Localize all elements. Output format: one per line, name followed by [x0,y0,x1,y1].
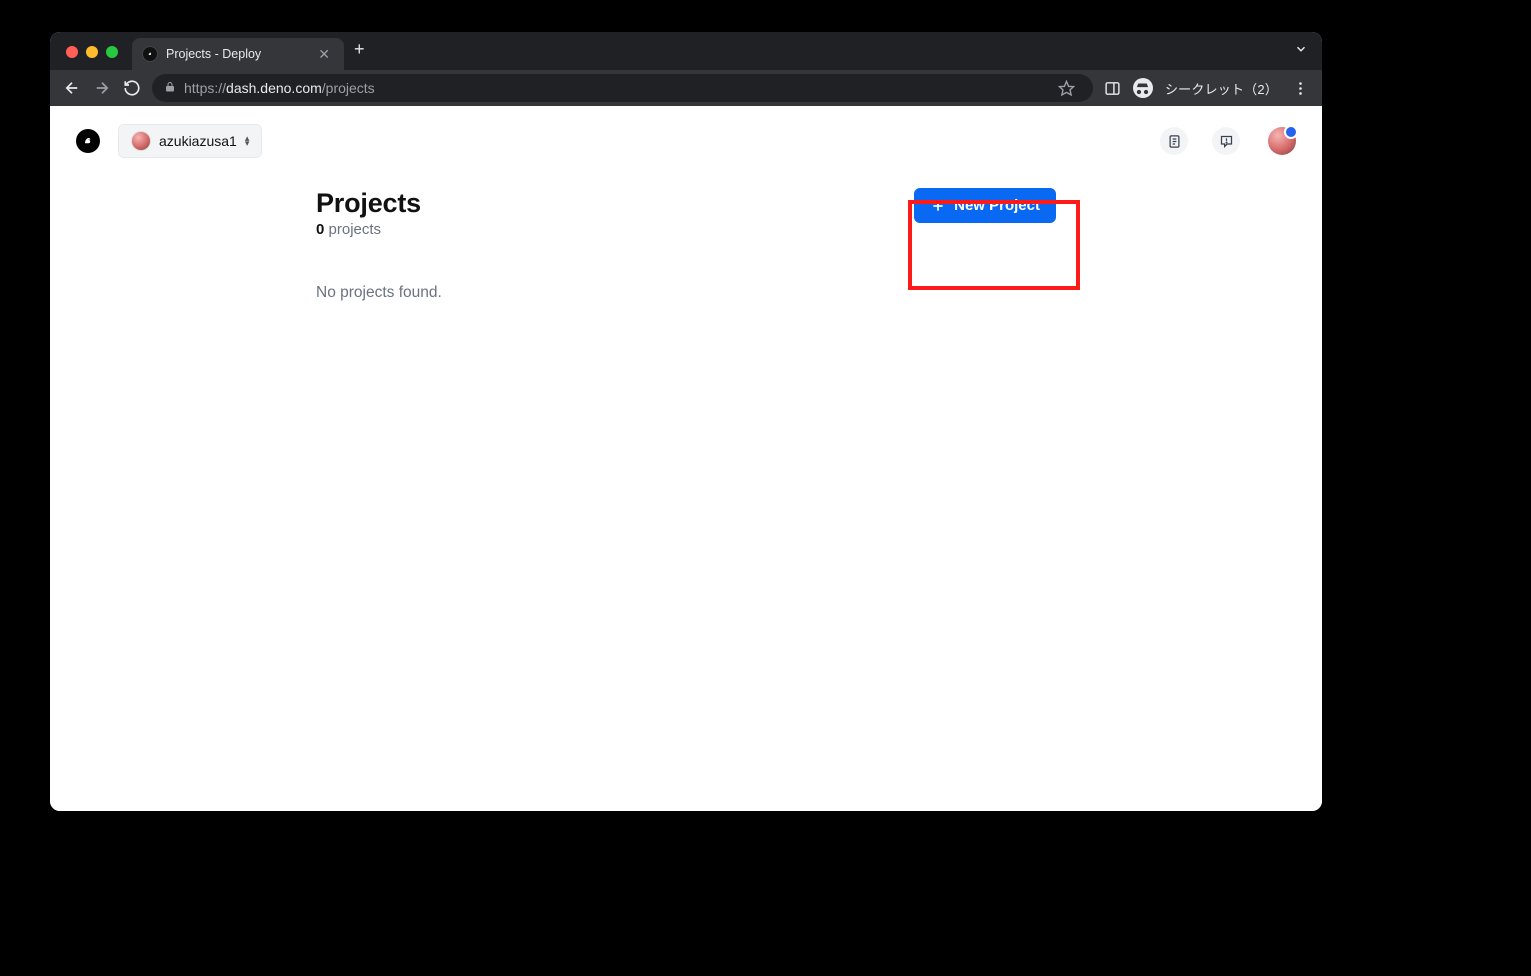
new-tab-button[interactable]: + [344,33,375,70]
address-bar: https://dash.deno.com/projects シークレット（2） [50,70,1322,106]
user-avatar[interactable] [1268,127,1296,155]
org-switcher[interactable]: azukiazusa1 ▴▾ [118,124,262,158]
url-text: https://dash.deno.com/projects [184,80,1045,96]
back-button[interactable] [58,74,86,102]
empty-state-message: No projects found. [316,284,1056,302]
org-name: azukiazusa1 [159,133,237,149]
window-controls [66,46,118,58]
chevron-updown-icon: ▴▾ [245,136,250,146]
new-project-label: New Project [954,197,1040,214]
browser-tab[interactable]: Projects - Deploy ✕ [132,38,344,70]
browser-menu-icon[interactable] [1286,74,1314,102]
page-content: azukiazusa1 ▴▾ Projects 0 projects [50,106,1322,811]
page-title: Projects [316,188,421,219]
deno-logo-icon[interactable] [76,129,100,153]
main-header: Projects 0 projects New Project [316,188,1056,238]
new-project-button[interactable]: New Project [914,188,1056,223]
deno-favicon-icon [142,46,158,62]
tab-list-dropdown-icon[interactable] [1294,42,1308,59]
bookmark-star-icon[interactable] [1053,74,1081,102]
main-area: Projects 0 projects New Project No proje… [312,188,1060,302]
plus-icon [930,198,946,214]
reload-button[interactable] [118,74,146,102]
window-zoom-button[interactable] [106,46,118,58]
window-close-button[interactable] [66,46,78,58]
tab-strip: Projects - Deploy ✕ + [50,32,1322,70]
panel-icon[interactable] [1099,74,1127,102]
tab-close-icon[interactable]: ✕ [314,44,334,65]
projects-count: 0 projects [316,221,421,238]
docs-button[interactable] [1160,127,1188,155]
incognito-icon[interactable] [1129,74,1157,102]
browser-window: Projects - Deploy ✕ + https://dash.deno.… [50,32,1322,811]
incognito-label: シークレット（2） [1165,79,1278,98]
address-input[interactable]: https://dash.deno.com/projects [152,74,1093,102]
feedback-button[interactable] [1212,127,1240,155]
lock-icon [164,80,176,96]
org-avatar-icon [131,131,151,151]
tab-title: Projects - Deploy [166,47,306,61]
app-header: azukiazusa1 ▴▾ [50,106,1322,176]
forward-button[interactable] [88,74,116,102]
window-minimize-button[interactable] [86,46,98,58]
